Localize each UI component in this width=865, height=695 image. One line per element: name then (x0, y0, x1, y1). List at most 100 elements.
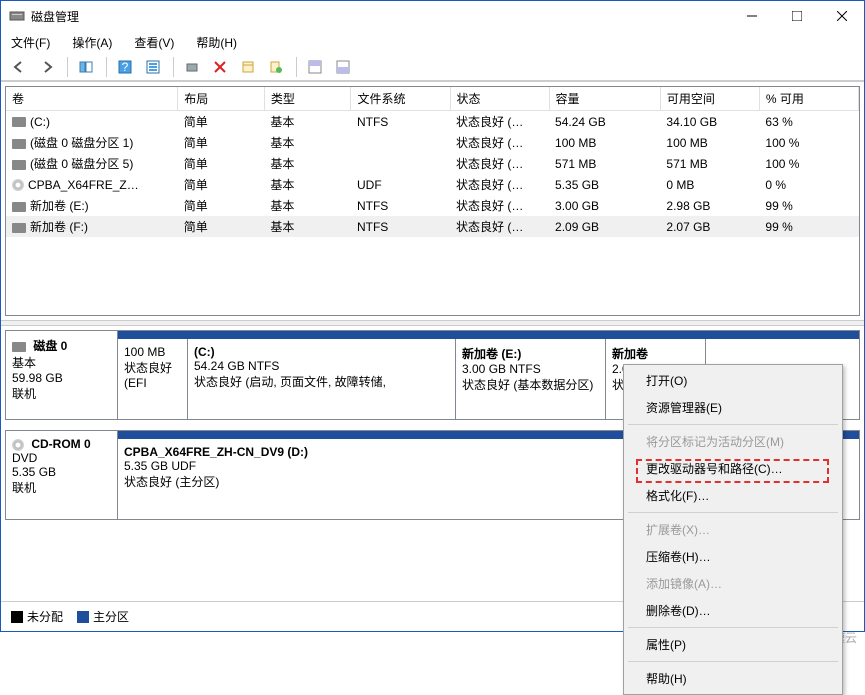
partition[interactable]: (C:)54.24 GB NTFS状态良好 (启动, 页面文件, 故障转储, (188, 339, 456, 419)
cell: 状态良好 (… (450, 174, 549, 195)
partition[interactable]: 新加卷 (E:)3.00 GB NTFS状态良好 (基本数据分区) (456, 339, 606, 419)
volume-row[interactable]: 新加卷 (E:)简单基本NTFS状态良好 (…3.00 GB2.98 GB99 … (6, 195, 859, 216)
column-headers[interactable]: 卷布局类型文件系统状态容量可用空间% 可用 (6, 87, 859, 111)
maximize-button[interactable] (774, 1, 819, 31)
hdd-icon (12, 117, 26, 127)
partition[interactable]: 100 MB状态良好 (EFI (118, 339, 188, 419)
context-menu-item[interactable]: 格式化(F)… (626, 482, 840, 509)
cell: 99 % (759, 216, 858, 237)
partition-label: 新加卷 (E:) (462, 345, 599, 362)
partition-label: CPBA_X64FRE_ZH-CN_DV9 (D:) (124, 445, 699, 459)
cell: 状态良好 (… (450, 111, 549, 133)
disk-name: CD-ROM 0 (28, 437, 91, 451)
column-header[interactable]: 卷 (6, 87, 178, 111)
hdd-icon (12, 223, 26, 233)
refresh-button[interactable] (180, 55, 204, 79)
column-header[interactable]: 容量 (549, 87, 660, 111)
cell: 100 % (759, 153, 858, 174)
back-button[interactable] (7, 55, 31, 79)
disk-size: 5.35 GB (12, 465, 111, 479)
toolbar: ? (1, 53, 864, 81)
context-menu-item: 扩展卷(X)… (626, 516, 840, 543)
disk-header[interactable]: 磁盘 0基本59.98 GB联机 (6, 331, 118, 419)
show-hide-button[interactable] (74, 55, 98, 79)
partition[interactable]: CPBA_X64FRE_ZH-CN_DV9 (D:)5.35 GB UDF状态良… (118, 439, 706, 519)
cell: 基本 (264, 174, 351, 195)
disk-header[interactable]: CD-ROM 0DVD5.35 GB联机 (6, 431, 118, 519)
help-button[interactable]: ? (113, 55, 137, 79)
menu-bar: 文件(F) 操作(A) 查看(V) 帮助(H) (1, 31, 864, 53)
settings-button[interactable] (141, 55, 165, 79)
column-header[interactable]: 可用空间 (660, 87, 759, 111)
volume-row[interactable]: (C:)简单基本NTFS状态良好 (…54.24 GB34.10 GB63 % (6, 111, 859, 133)
cell: (磁盘 0 磁盘分区 1) (6, 132, 178, 153)
app-icon (9, 8, 25, 24)
cell: 基本 (264, 216, 351, 237)
menu-item[interactable]: 文件(F) (7, 32, 54, 53)
volume-row[interactable]: 新加卷 (F:)简单基本NTFS状态良好 (…2.09 GB2.07 GB99 … (6, 216, 859, 237)
cell: NTFS (351, 216, 450, 237)
context-menu-item[interactable]: 压缩卷(H)… (626, 543, 840, 570)
menu-separator (628, 627, 838, 628)
partition-label: 新加卷 (612, 345, 699, 362)
column-header[interactable]: 状态 (450, 87, 549, 111)
partition-size: 5.35 GB UDF (124, 459, 699, 473)
menu-item[interactable]: 查看(V) (130, 32, 178, 53)
cell: 100 MB (660, 132, 759, 153)
partition-size: 100 MB (124, 345, 181, 359)
legend-item: 未分配 (11, 608, 63, 625)
column-header[interactable]: % 可用 (759, 87, 858, 111)
toolbar-separator (67, 57, 68, 77)
partition-size: 3.00 GB NTFS (462, 362, 599, 376)
disk-status: 联机 (12, 479, 111, 496)
close-button[interactable] (819, 1, 864, 31)
volume-row[interactable]: (磁盘 0 磁盘分区 5)简单基本状态良好 (…571 MB571 MB100 … (6, 153, 859, 174)
cell: 基本 (264, 132, 351, 153)
cell: 2.98 GB (660, 195, 759, 216)
titlebar[interactable]: 磁盘管理 (1, 1, 864, 31)
cell: 新加卷 (F:) (6, 216, 178, 237)
column-header[interactable]: 类型 (264, 87, 351, 111)
disk-type: 基本 (12, 354, 111, 371)
action-button[interactable] (264, 55, 288, 79)
cell: 3.00 GB (549, 195, 660, 216)
cell: 简单 (178, 132, 265, 153)
properties-button[interactable] (236, 55, 260, 79)
legend-label: 未分配 (27, 608, 63, 625)
context-menu-item[interactable]: 打开(O) (626, 367, 840, 394)
partition-size: 54.24 GB NTFS (194, 359, 449, 373)
cell: 571 MB (660, 153, 759, 174)
hdd-icon (12, 202, 26, 212)
view1-button[interactable] (303, 55, 327, 79)
cell: 0 MB (660, 174, 759, 195)
context-menu-item[interactable]: 删除卷(D)… (626, 597, 840, 624)
menu-item[interactable]: 帮助(H) (192, 32, 241, 53)
volume-row[interactable]: CPBA_X64FRE_Z…简单基本UDF状态良好 (…5.35 GB0 MB0… (6, 174, 859, 195)
window-title: 磁盘管理 (31, 8, 729, 25)
legend-swatch (77, 611, 89, 623)
context-menu-item[interactable]: 资源管理器(E) (626, 394, 840, 421)
forward-button[interactable] (35, 55, 59, 79)
cell: 63 % (759, 111, 858, 133)
context-menu[interactable]: 打开(O)资源管理器(E)将分区标记为活动分区(M)更改驱动器号和路径(C)…格… (623, 364, 843, 695)
menu-item[interactable]: 操作(A) (68, 32, 116, 53)
volume-row[interactable]: (磁盘 0 磁盘分区 1)简单基本状态良好 (…100 MB100 MB100 … (6, 132, 859, 153)
toolbar-separator (296, 57, 297, 77)
context-menu-item[interactable]: 帮助(H) (626, 665, 840, 692)
view2-button[interactable] (331, 55, 355, 79)
cell: 状态良好 (… (450, 216, 549, 237)
cell: 状态良好 (… (450, 132, 549, 153)
minimize-button[interactable] (729, 1, 774, 31)
column-header[interactable]: 布局 (178, 87, 265, 111)
cell: 34.10 GB (660, 111, 759, 133)
cell: NTFS (351, 111, 450, 133)
volume-list[interactable]: 卷布局类型文件系统状态容量可用空间% 可用 (C:)简单基本NTFS状态良好 (… (5, 86, 860, 316)
column-header[interactable]: 文件系统 (351, 87, 450, 111)
cell: 简单 (178, 174, 265, 195)
cell: 简单 (178, 111, 265, 133)
cell: 简单 (178, 153, 265, 174)
disk-status: 联机 (12, 385, 111, 402)
context-menu-item[interactable]: 更改驱动器号和路径(C)… (626, 455, 840, 482)
partition-status: 状态良好 (EFI (124, 359, 181, 390)
delete-button[interactable] (208, 55, 232, 79)
